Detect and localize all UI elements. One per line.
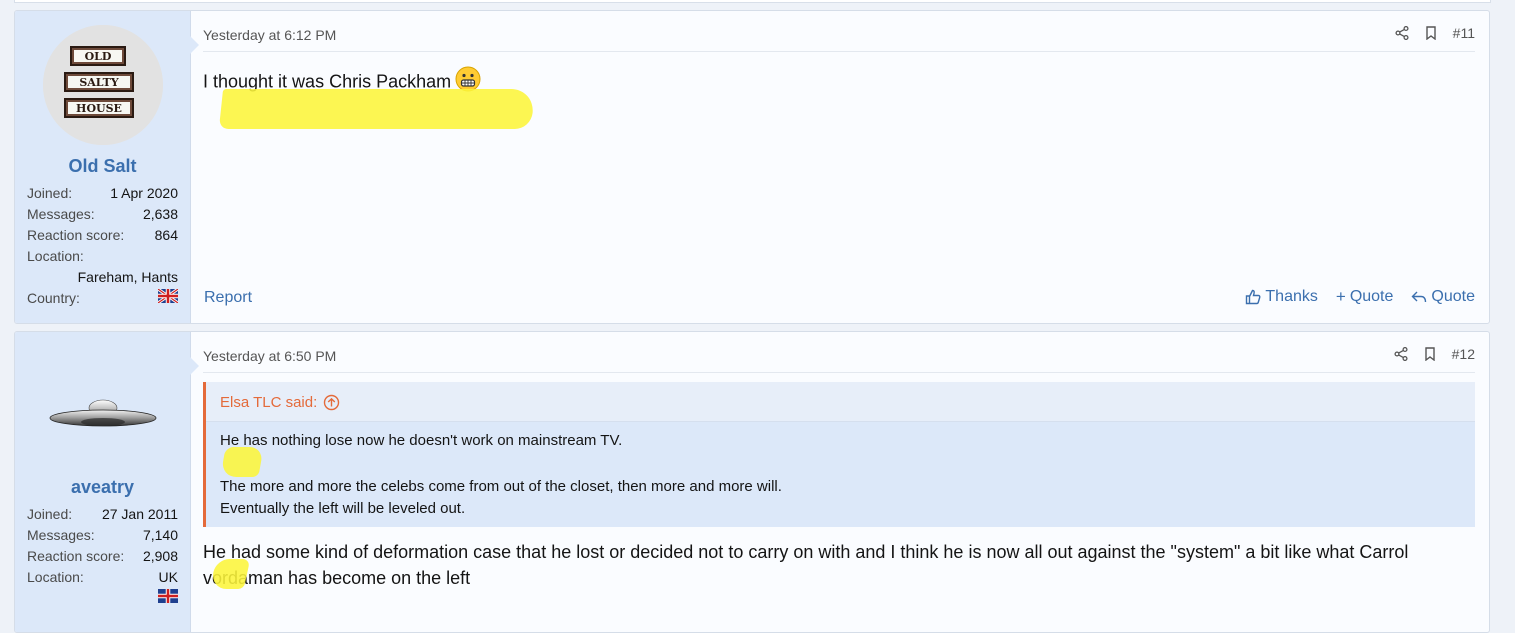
joined-value: 1 Apr 2020 xyxy=(110,185,178,201)
reaction-score-value: 2,908 xyxy=(142,548,178,564)
location-value[interactable]: Fareham, Hants xyxy=(27,267,178,288)
joined-label: Joined: xyxy=(27,185,73,201)
bookmark-icon[interactable] xyxy=(1425,26,1437,40)
quote-header: Elsa TLC said: xyxy=(206,382,1475,422)
user-panel: OLD SALTY HOUSE Old Salt Joined: 1 Apr 20… xyxy=(15,11,191,323)
avatar-text-3: HOUSE xyxy=(76,102,122,115)
reply-icon xyxy=(1411,291,1427,303)
post-header: Yesterday at 6:50 PM #12 xyxy=(203,346,1475,373)
post-main: Yesterday at 6:12 PM #11 I thought it wa… xyxy=(203,11,1475,323)
quote-author-link[interactable]: Elsa TLC said: xyxy=(220,394,340,411)
user-stats: Joined: 27 Jan 2011 Messages: 7,140 Reacti… xyxy=(27,504,178,609)
post-date[interactable]: Yesterday at 6:50 PM xyxy=(203,348,336,364)
reaction-score-label: Reaction score: xyxy=(27,548,125,564)
avatar-text-2: SALTY xyxy=(79,76,119,89)
report-link[interactable]: Report xyxy=(204,289,252,307)
quote-line-1: He has nothing lose now he doesn't work … xyxy=(220,432,623,449)
highlight-mark xyxy=(218,89,536,129)
avatar-text-1: OLD xyxy=(85,50,112,63)
share-icon[interactable] xyxy=(1394,347,1408,361)
uk-flag-icon xyxy=(158,588,178,603)
avatar[interactable]: OLD SALTY HOUSE xyxy=(43,25,163,145)
quote-block: Elsa TLC said: He has nothing lose now h… xyxy=(203,382,1475,527)
post-date[interactable]: Yesterday at 6:12 PM xyxy=(203,27,336,43)
user-stats: Joined: 1 Apr 2020 Messages: 2,638 Reactio… xyxy=(27,183,179,309)
uk-flag-icon xyxy=(157,287,179,305)
highlight-mark xyxy=(220,447,264,477)
thanks-label: Thanks xyxy=(1265,288,1318,305)
post-11: OLD SALTY HOUSE Old Salt Joined: 1 Apr 20… xyxy=(14,10,1490,324)
quote-line-2: The more and more the celebs come from o… xyxy=(220,478,782,495)
message-line-1: He had some kind of deformation case tha… xyxy=(203,542,1409,562)
country-label: Country: xyxy=(27,290,80,306)
messages-label: Messages: xyxy=(27,206,95,222)
quote-author: Elsa TLC said: xyxy=(220,394,318,411)
messages-value[interactable]: 7,140 xyxy=(143,525,178,546)
thumbs-up-icon xyxy=(1246,289,1261,305)
multiquote-label: Quote xyxy=(1349,288,1394,305)
thanks-button[interactable]: Thanks xyxy=(1245,288,1318,306)
panel-arrow xyxy=(190,357,199,375)
joined-value: 27 Jan 2011 xyxy=(101,506,178,522)
ufo-icon xyxy=(49,399,157,427)
bookmark-icon[interactable] xyxy=(1424,347,1436,361)
username[interactable]: Old Salt xyxy=(15,156,190,177)
location-value[interactable]: UK xyxy=(159,567,178,588)
post-message: He had some kind of deformation case tha… xyxy=(203,539,1408,591)
quote-line-3: Eventually the left will be leveled out. xyxy=(220,500,466,517)
avatar[interactable] xyxy=(43,346,163,466)
location-label: Location: xyxy=(27,569,84,585)
previous-post-bottom xyxy=(14,0,1491,3)
messages-label: Messages: xyxy=(27,527,95,543)
reaction-score-label: Reaction score: xyxy=(27,227,125,243)
reaction-score-value: 864 xyxy=(154,227,178,243)
joined-label: Joined: xyxy=(27,506,73,522)
multiquote-button[interactable]: + Quote xyxy=(1336,287,1394,307)
post-number[interactable]: #12 xyxy=(1452,346,1475,362)
username[interactable]: aveatry xyxy=(15,477,190,498)
post-header: Yesterday at 6:12 PM #11 xyxy=(203,25,1475,52)
location-label: Location: xyxy=(27,248,84,264)
share-icon[interactable] xyxy=(1395,26,1409,40)
arrow-up-circle-icon xyxy=(324,394,340,411)
panel-arrow xyxy=(190,36,199,54)
quote-button[interactable]: Quote xyxy=(1411,288,1475,306)
post-number[interactable]: #11 xyxy=(1453,25,1475,41)
messages-value[interactable]: 2,638 xyxy=(143,204,178,225)
plus-icon: + xyxy=(1335,287,1346,306)
post-12: aveatry Joined: 27 Jan 2011 Messages: 7,14… xyxy=(14,331,1490,633)
quote-label: Quote xyxy=(1431,288,1475,305)
post-main: Yesterday at 6:50 PM #12 Elsa TLC said: … xyxy=(203,332,1475,632)
message-line-2: vordaman has become on the left xyxy=(203,568,471,588)
user-panel: aveatry Joined: 27 Jan 2011 Messages: 7,14… xyxy=(15,332,191,632)
